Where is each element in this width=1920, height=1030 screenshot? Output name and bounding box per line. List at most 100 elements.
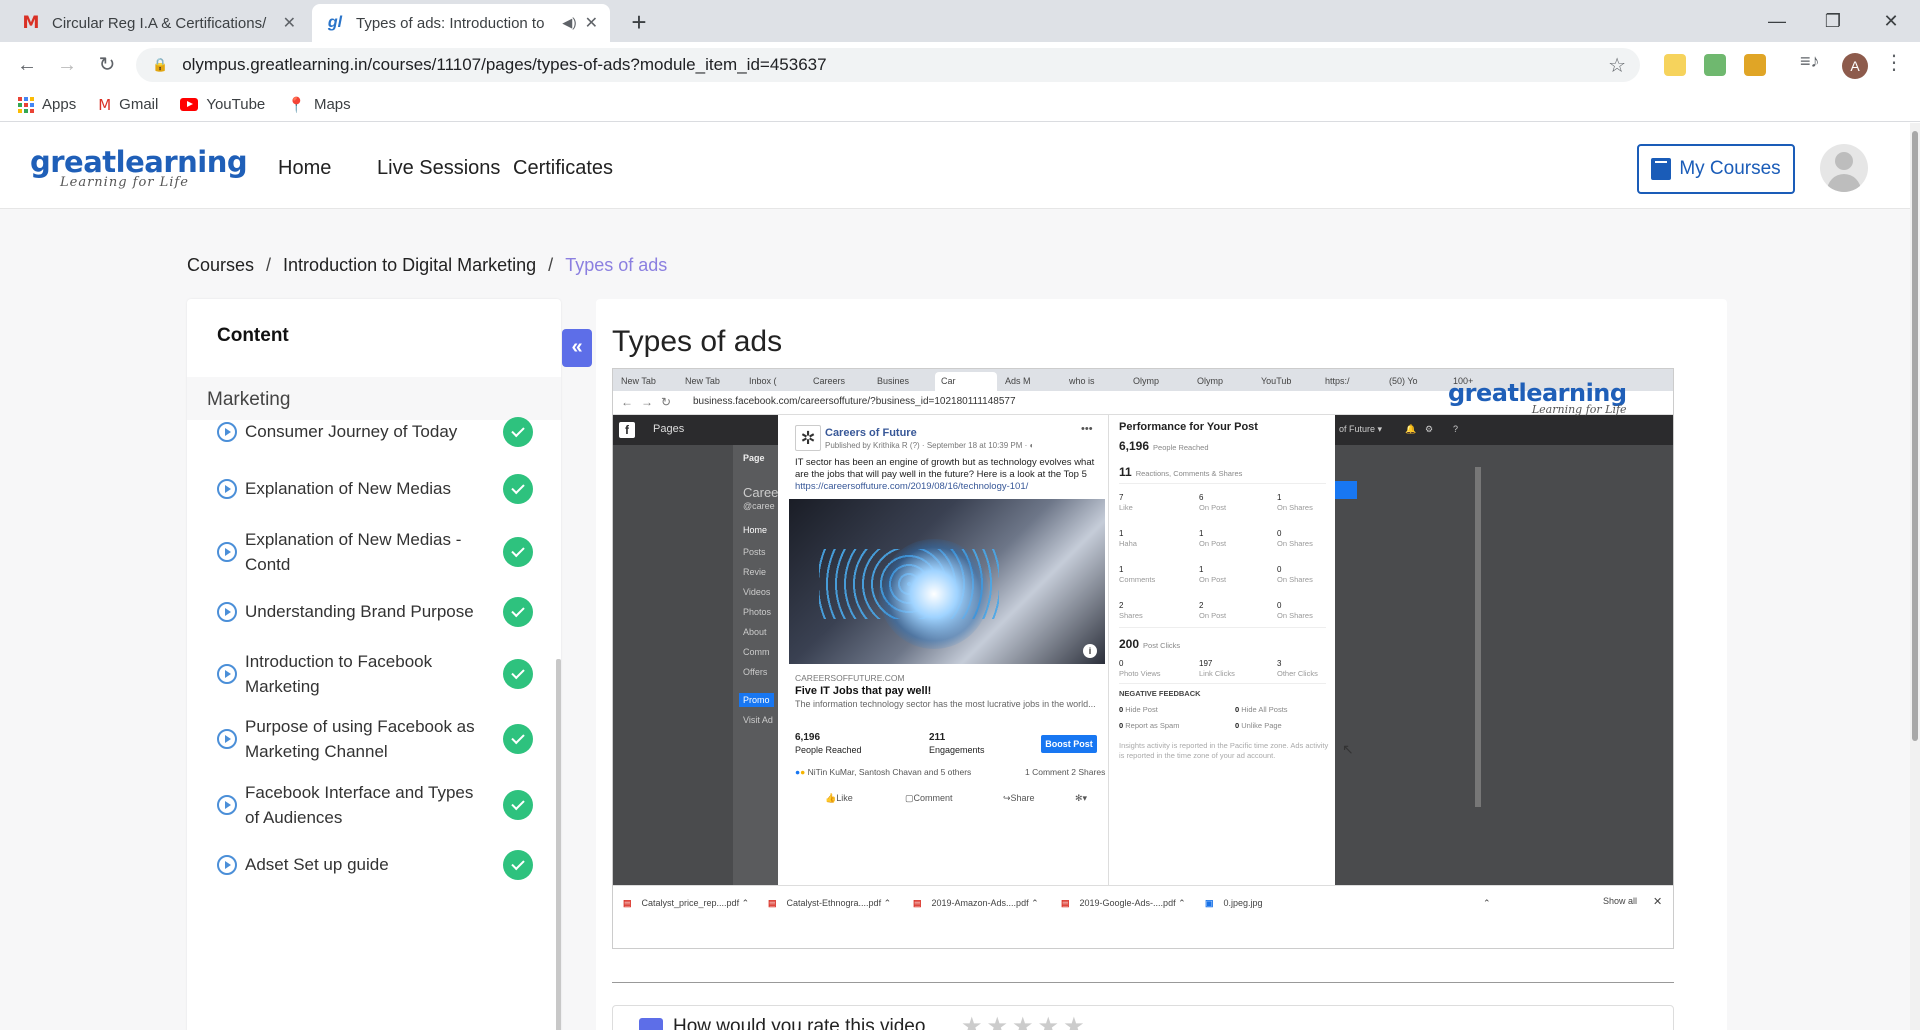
extension-notes-icon[interactable] bbox=[1664, 54, 1686, 76]
bookmark-apps[interactable]: Apps bbox=[18, 96, 76, 113]
bookmark-gmail[interactable]: M Gmail bbox=[98, 96, 158, 114]
video-reload-icon: ↻ bbox=[661, 395, 672, 409]
browser-tab-gmail[interactable]: M Circular Reg I.A & Certifications/ ✕ bbox=[8, 4, 308, 42]
bookmark-maps[interactable]: 📍 Maps bbox=[287, 96, 350, 114]
downloads-close-icon: ✕ bbox=[1653, 896, 1663, 908]
bookmark-label: YouTube bbox=[206, 96, 266, 113]
forward-button[interactable]: → bbox=[52, 50, 82, 80]
list-item-facebook-marketing[interactable]: Introduction to Facebook Marketing bbox=[217, 649, 547, 699]
post-action-comment: ▢ Comment bbox=[905, 793, 953, 803]
address-bar[interactable]: 🔒 olympus.greatlearning.in/courses/11107… bbox=[136, 48, 1640, 82]
download-item: ▣ 0.jpeg.jpg bbox=[1205, 898, 1263, 908]
video-tab: New Tab bbox=[621, 376, 656, 386]
new-tab-button[interactable]: + bbox=[622, 6, 656, 40]
nav-live-sessions[interactable]: Live Sessions bbox=[377, 157, 500, 180]
bookmark-label: Apps bbox=[42, 96, 77, 113]
nf-unlike-page: 0 Unlike Page bbox=[1235, 721, 1282, 730]
reactions-total: 11 Reactions, Comments & Shares bbox=[1119, 465, 1243, 479]
rating-box: How would you rate this video ★★★★★ bbox=[612, 1005, 1674, 1030]
minimize-button[interactable]: — bbox=[1752, 0, 1802, 42]
nav-certificates[interactable]: Certificates bbox=[513, 157, 613, 180]
chrome-menu-icon[interactable]: ⋮ bbox=[1884, 50, 1904, 75]
list-item-facebook-interface[interactable]: Facebook Interface and Types of Audience… bbox=[217, 780, 547, 830]
browser-tab-types-of-ads[interactable]: gl Types of ads: Introduction to ◀) ✕ bbox=[312, 4, 610, 42]
media-control-icon[interactable]: ≡♪ bbox=[1800, 51, 1822, 73]
maps-icon: 📍 bbox=[287, 96, 306, 114]
video-tab: Olymp bbox=[1197, 376, 1224, 386]
sidebar-scrollbar[interactable] bbox=[556, 659, 561, 1030]
apps-icon bbox=[18, 96, 34, 113]
completed-check-icon bbox=[503, 659, 533, 689]
stat-link-clicks: 197 Link Clicks bbox=[1199, 659, 1235, 678]
page-scrollbar[interactable] bbox=[1910, 123, 1920, 1030]
main-content: Types of ads New Tab New Tab Inbox ( Car… bbox=[596, 299, 1727, 1030]
download-item: ▤ Catalyst_price_rep....pdf ⌃ bbox=[623, 898, 750, 908]
download-item: ▤ Catalyst-Ethnogra....pdf ⌃ bbox=[768, 898, 892, 908]
post-body: IT sector has been an engine of growth b… bbox=[795, 457, 1095, 480]
fb-topbar: f Pages bbox=[613, 415, 778, 445]
boost-post-button: Boost Post bbox=[1041, 735, 1097, 753]
youtube-icon bbox=[180, 98, 199, 111]
post-page-name: Careers of Future bbox=[825, 427, 917, 439]
rating-question: How would you rate this video bbox=[673, 1016, 926, 1030]
play-icon bbox=[217, 664, 237, 684]
post-image: i bbox=[789, 499, 1105, 664]
video-tab: Olymp bbox=[1133, 376, 1160, 386]
greatlearning-logo[interactable]: greatlearning Learning for Life bbox=[30, 145, 248, 190]
video-tab: Inbox ( bbox=[749, 376, 777, 386]
stat-haha: 1 Haha bbox=[1119, 529, 1137, 548]
list-item-brand-purpose[interactable]: Understanding Brand Purpose bbox=[217, 596, 547, 627]
post-reached: 6,196 People Reached bbox=[795, 731, 862, 756]
site-header: greatlearning Learning for Life Home Liv… bbox=[0, 123, 1910, 209]
item-label: Introduction to Facebook Marketing bbox=[245, 652, 433, 696]
profile-avatar[interactable]: A bbox=[1842, 53, 1868, 79]
breadcrumb-current: Types of ads bbox=[565, 255, 668, 275]
close-window-button[interactable]: ✕ bbox=[1866, 0, 1916, 42]
fb-side-item: @caree bbox=[743, 501, 775, 511]
breadcrumb-course[interactable]: Introduction to Digital Marketing bbox=[283, 255, 536, 276]
post-headline: Five IT Jobs that pay well! bbox=[795, 685, 932, 697]
breadcrumb-courses[interactable]: Courses bbox=[187, 255, 254, 276]
close-tab-icon[interactable]: ✕ bbox=[283, 13, 296, 33]
back-button[interactable]: ← bbox=[12, 50, 42, 80]
list-item-facebook-purpose[interactable]: Purpose of using Facebook as Marketing C… bbox=[217, 714, 547, 764]
collapse-sidebar-button[interactable]: « bbox=[562, 329, 592, 367]
post-text: IT sector has been an engine of growth b… bbox=[795, 457, 1095, 493]
play-icon bbox=[217, 601, 237, 622]
nf-report-spam: 0 Report as Spam bbox=[1119, 721, 1180, 730]
lock-icon[interactable]: 🔒 bbox=[152, 57, 168, 73]
post-description: The information technology sector has th… bbox=[795, 699, 1096, 709]
video-forward-icon: → bbox=[641, 395, 653, 409]
page-scrollbar-thumb[interactable] bbox=[1912, 131, 1918, 741]
restore-button[interactable]: ❐ bbox=[1808, 0, 1858, 42]
video-tab: YouTub bbox=[1261, 376, 1292, 386]
bookmark-youtube[interactable]: YouTube bbox=[180, 96, 265, 113]
module-header[interactable]: Marketing bbox=[187, 377, 561, 420]
list-item-new-medias-contd[interactable]: Explanation of New Medias - Contd bbox=[217, 527, 547, 577]
lesson-video[interactable]: New Tab New Tab Inbox ( Careers Busines … bbox=[612, 368, 1674, 949]
content-divider bbox=[612, 982, 1674, 983]
downloads-show-all: Show all bbox=[1603, 896, 1638, 906]
item-label: Explanation of New Medias bbox=[245, 479, 452, 498]
pdf-file-icon: ▤ bbox=[1061, 898, 1070, 908]
extension-wallet-icon[interactable] bbox=[1744, 54, 1766, 76]
speaker-icon[interactable]: ◀) bbox=[562, 15, 576, 31]
reload-button[interactable]: ↻ bbox=[92, 50, 122, 80]
extension-sheets-icon[interactable] bbox=[1704, 54, 1726, 76]
my-courses-button[interactable]: My Courses bbox=[1637, 144, 1795, 194]
bookmarks-bar: Apps M Gmail YouTube 📍 Maps bbox=[0, 88, 1920, 122]
stat-other-clicks: 3 Other Clicks bbox=[1277, 659, 1318, 678]
close-tab-icon[interactable]: ✕ bbox=[585, 13, 598, 33]
content-sidebar: Content Marketing Consumer Journey of To… bbox=[187, 299, 561, 1030]
user-avatar[interactable] bbox=[1820, 144, 1868, 192]
post-comments-shares: 1 Comment 2 Shares bbox=[1025, 767, 1106, 777]
insights-note: Insights activity is reported in the Pac… bbox=[1119, 741, 1329, 760]
video-tab: who is bbox=[1069, 376, 1095, 386]
fb-post-card: ✲ Careers of Future Published by Krithik… bbox=[779, 415, 1107, 948]
list-item-adset-guide[interactable]: Adset Set up guide bbox=[217, 849, 547, 880]
list-item-consumer-journey[interactable]: Consumer Journey of Today bbox=[217, 416, 547, 447]
rating-stars[interactable]: ★★★★★ bbox=[961, 1012, 1089, 1030]
list-item-new-medias[interactable]: Explanation of New Medias bbox=[217, 473, 547, 504]
nav-home[interactable]: Home bbox=[278, 157, 331, 180]
bookmark-star-icon[interactable]: ☆ bbox=[1608, 53, 1626, 78]
